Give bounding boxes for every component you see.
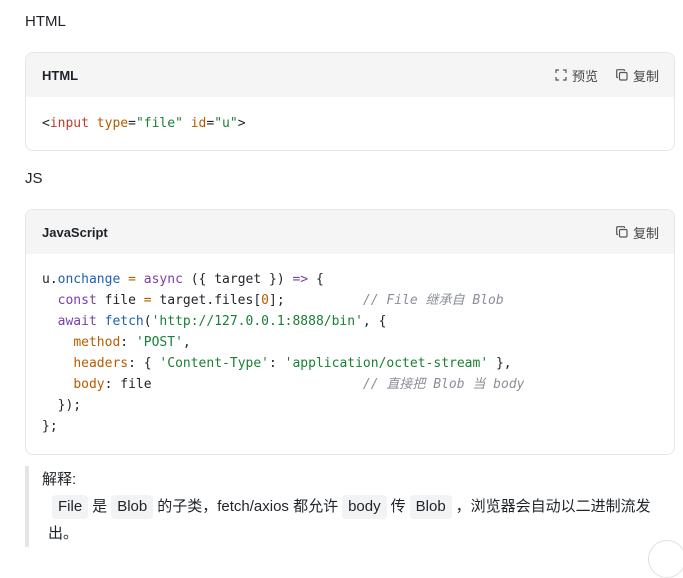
explanation-text: File 是 Blob 的子类，fetch/axios 都允许 body 传 Blob ，浏览… (42, 493, 665, 547)
code-token: target.files[ (151, 293, 262, 308)
code-token: type (96, 116, 129, 131)
code-comment: // 直接把 Blob 当 body (151, 377, 525, 392)
explanation-blockquote: 解释: File 是 Blob 的子类，fetch/axios 都允许 body 传 Blo… (25, 466, 665, 547)
copy-button[interactable]: 复制 (616, 66, 659, 85)
code-line-5: headers: { 'Content-Type': 'application/… (42, 356, 512, 371)
copy-label: 复制 (632, 68, 659, 84)
code-token: u. (42, 272, 58, 287)
copy-icon (616, 226, 628, 238)
code-token: file (96, 293, 144, 308)
code-token: => (292, 272, 309, 287)
code-token: async (143, 272, 183, 287)
explanation-span: 的子类，fetch/axios 都允许 (157, 498, 339, 515)
explanation-span: 是 (92, 498, 108, 515)
code-line-2: const file = target.files[0]; // File 继承… (42, 293, 504, 308)
code-language-label: JavaScript (42, 224, 108, 240)
html-section-heading: HTML (25, 13, 66, 30)
code-token: ( (143, 314, 152, 329)
inline-code: Blob (409, 495, 452, 519)
code-token: "file" (135, 116, 183, 131)
code-token: ]; (269, 293, 285, 308)
js-card-header: JavaScript 复制 (26, 210, 674, 254)
code-token: : { (128, 356, 160, 371)
explanation-title: 解释: (42, 471, 77, 488)
inline-code: Blob (111, 495, 154, 519)
card-actions: 预览 复制 (555, 66, 659, 85)
code-token: id (190, 116, 207, 131)
copy-label: 复制 (632, 225, 659, 241)
code-token: 0 (261, 293, 269, 308)
code-token: 'http://127.0.0.1:8888/bin' (151, 314, 363, 329)
html-code-block: <input type="file" id="u"> (26, 97, 674, 134)
code-line-1: u.onchange = async ({ target }) => { (42, 272, 324, 287)
code-token: fetch (104, 314, 144, 329)
code-token: 'POST' (135, 335, 183, 350)
code-line-7: }); (42, 398, 82, 413)
code-token: method (73, 335, 121, 350)
card-actions: 复制 (616, 223, 659, 242)
code-token: input (49, 116, 89, 131)
js-code-block: u.onchange = async ({ target }) => { con… (26, 254, 674, 437)
code-token: = (120, 272, 144, 287)
js-section-heading: JS (25, 170, 43, 187)
code-line-3: await fetch('http://127.0.0.1:8888/bin',… (42, 314, 387, 329)
code-line-8: }; (42, 419, 58, 434)
code-token: : (120, 335, 136, 350)
code-line-4: method: 'POST', (42, 335, 191, 350)
code-token: ({ target }) (182, 272, 293, 287)
code-language-label: HTML (42, 67, 79, 83)
html-card-header: HTML 预览 复制 (26, 53, 674, 97)
code-token: }; (42, 419, 58, 434)
code-token: await (57, 314, 97, 329)
inline-code: body (342, 495, 387, 519)
code-token: = (143, 293, 152, 308)
code-token: onchange (57, 272, 121, 287)
code-token: body (73, 377, 105, 392)
expand-icon (555, 69, 567, 81)
preview-label: 预览 (571, 68, 598, 84)
code-token: , { (362, 314, 387, 329)
inline-code: File (52, 495, 89, 519)
code-token: 'Content-Type' (159, 356, 269, 371)
code-token: : (269, 356, 285, 371)
code-token: 'application/octet-stream' (284, 356, 489, 371)
copy-button[interactable]: 复制 (616, 223, 659, 242)
preview-button[interactable]: 预览 (555, 66, 598, 85)
code-token: headers (73, 356, 129, 371)
code-token: }); (42, 398, 82, 413)
html-code-card: HTML 预览 复制 <input type="file" id="u"> (25, 52, 675, 151)
scroll-to-bottom-button[interactable] (648, 540, 683, 578)
explanation-span: 传 (390, 498, 406, 515)
js-code-card: JavaScript 复制 u.onchange = async ({ targ… (25, 209, 675, 455)
code-token: , (182, 335, 191, 350)
code-token: < (42, 116, 50, 131)
code-token: = (128, 116, 136, 131)
code-token: { (308, 272, 324, 287)
code-token: const (57, 293, 97, 308)
code-token: }, (488, 356, 512, 371)
copy-icon (616, 69, 628, 81)
code-line-6: body: file // 直接把 Blob 当 body (42, 377, 525, 392)
code-token: "u" (214, 116, 238, 131)
code-token: : file (104, 377, 152, 392)
code-token: > (237, 116, 246, 131)
code-comment: // File 继承自 Blob (284, 293, 504, 308)
